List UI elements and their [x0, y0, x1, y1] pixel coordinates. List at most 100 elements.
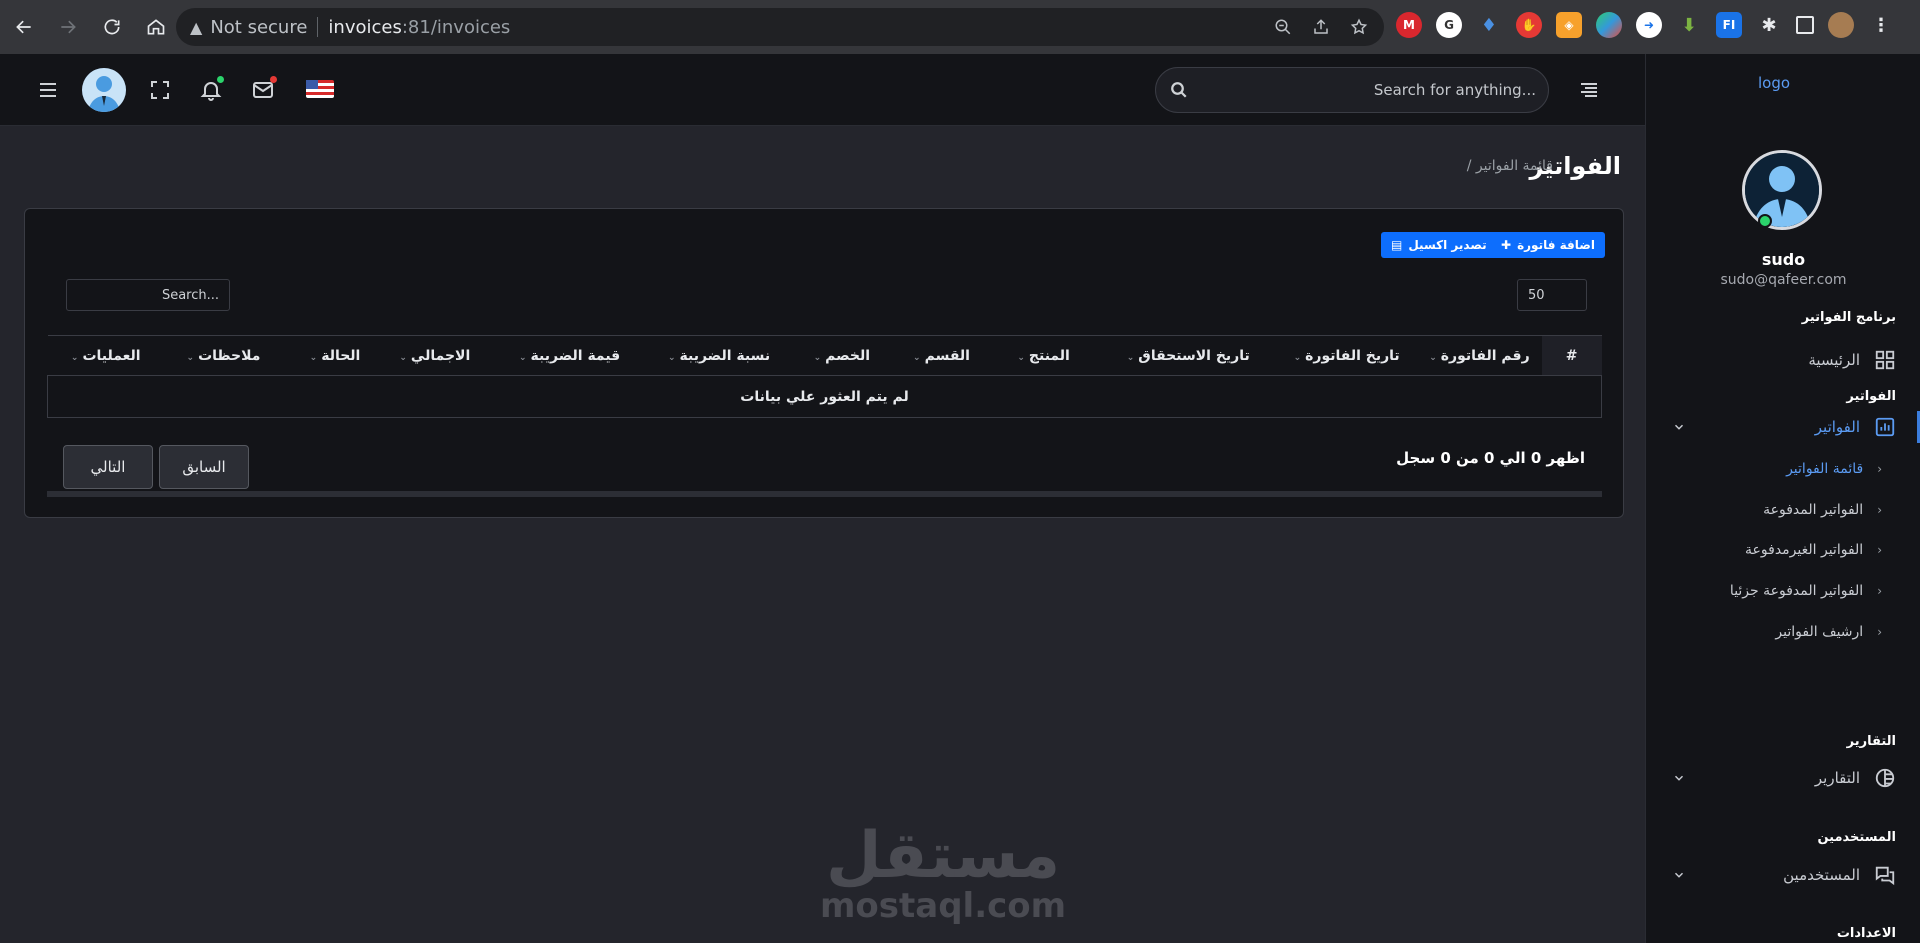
export-excel-label: تصدير اكسيل	[1408, 238, 1487, 252]
breadcrumb[interactable]: / قائمة الفواتير	[1467, 158, 1553, 174]
zoom-icon[interactable]	[1274, 18, 1292, 36]
table-search-input[interactable]	[66, 279, 230, 311]
column-header-label: ملاحظات	[198, 347, 261, 364]
extension-icon[interactable]: FI	[1716, 12, 1742, 38]
hamburger-menu-icon[interactable]	[36, 78, 60, 102]
sort-icon[interactable]: ⌄	[187, 353, 195, 363]
scrollbar[interactable]	[47, 491, 1602, 497]
sort-icon[interactable]: ⌄	[71, 353, 79, 363]
back-icon[interactable]	[4, 7, 44, 47]
address-bar[interactable]: ▲ Not secure invoices:81/invoices	[176, 8, 1384, 46]
sidebar-item-home[interactable]: الرئيسية	[1808, 349, 1896, 371]
app: الفواتير / قائمة الفواتير ✚ اضافة فاتورة …	[0, 54, 1920, 943]
column-header-label: قيمة الضريبة	[530, 347, 621, 364]
sidebar-subitem-archive[interactable]: ارشيف الفواتير ›	[1775, 624, 1882, 640]
chevron-down-icon[interactable]	[1672, 420, 1686, 434]
sort-icon[interactable]: ⌄	[1017, 353, 1025, 363]
extension-icon[interactable]: ➜	[1636, 12, 1662, 38]
prev-page-button[interactable]: السابق	[159, 445, 249, 489]
subitem-label: الفواتير المدفوعة جزئيا	[1729, 583, 1864, 599]
column-header[interactable]: المنتج⌄	[981, 335, 1082, 376]
stop-extension-icon[interactable]: ✋	[1516, 12, 1542, 38]
profile-avatar[interactable]	[1742, 150, 1822, 230]
sort-icon[interactable]: ⌄	[1294, 353, 1302, 363]
sort-icon[interactable]: ⌄	[399, 353, 407, 363]
global-search-input[interactable]	[1196, 68, 1536, 112]
sidebar-item-reports[interactable]: التقارير	[1815, 767, 1896, 789]
profile-avatar-icon[interactable]	[1828, 12, 1854, 38]
more-icon[interactable]: ⋮	[1868, 12, 1894, 38]
fullscreen-icon[interactable]	[148, 78, 172, 102]
section-reports: التقارير	[1846, 734, 1896, 749]
column-header[interactable]: العمليات⌄	[47, 335, 153, 376]
column-header[interactable]: رقم الفاتورة⌄	[1411, 335, 1542, 376]
puzzle-icon[interactable]: ✱	[1756, 12, 1782, 38]
sidebar-subitem-partially-paid[interactable]: الفواتير المدفوعة جزئيا ›	[1730, 583, 1882, 599]
watermark-arabic: مستقل	[826, 819, 1061, 893]
column-header[interactable]: الحالة⌄	[272, 335, 373, 376]
reload-icon[interactable]	[92, 7, 132, 47]
file-icon: ▤	[1391, 238, 1403, 252]
section-app: برنامج الفواتير	[1801, 310, 1896, 325]
sidebar: logo sudo sudo@qafeer.com برنامج الفواتي…	[1645, 54, 1920, 943]
sort-icon[interactable]: ⌄	[310, 353, 318, 363]
sort-icon[interactable]: ⌄	[913, 353, 921, 363]
extension-icon[interactable]: G	[1436, 12, 1462, 38]
extension-icon[interactable]	[1596, 12, 1622, 38]
diamond-extension-icon[interactable]: ♦	[1476, 12, 1502, 38]
column-header[interactable]: تاريخ الاستحقاق⌄	[1081, 335, 1262, 376]
column-header[interactable]: نسبة الضريبة⌄	[632, 335, 783, 376]
subitem-label: قائمة الفواتير	[1786, 461, 1864, 477]
add-invoice-button[interactable]: ✚ اضافة فاتورة	[1491, 232, 1605, 258]
bookmark-star-icon[interactable]	[1350, 18, 1368, 36]
share-icon[interactable]	[1312, 18, 1330, 36]
table-info: اظهر 0 الي 0 من 0 سجل	[1396, 449, 1585, 467]
chevron-down-icon[interactable]	[1672, 771, 1686, 785]
sidebar-subitem-unpaid[interactable]: الفواتير الغيرمدفوعة ›	[1745, 542, 1882, 558]
column-header[interactable]: تاريخ الفاتورة⌄	[1261, 335, 1412, 376]
sort-icon[interactable]: ⌄	[1127, 353, 1135, 363]
global-search	[1155, 67, 1549, 113]
watermark-logo: مستقل mostaql.com	[820, 824, 1066, 924]
column-header-label: #	[1565, 347, 1578, 364]
column-header[interactable]: القسم⌄	[882, 335, 982, 376]
logo[interactable]: logo	[1758, 74, 1790, 92]
download-extension-icon[interactable]: ⬇	[1676, 12, 1702, 38]
mega-extension-icon[interactable]: M	[1396, 12, 1422, 38]
column-header-index[interactable]: #	[1541, 335, 1602, 376]
chevron-down-icon[interactable]	[1672, 868, 1686, 882]
home-label: الرئيسية	[1808, 351, 1860, 369]
column-header[interactable]: ملاحظات⌄	[152, 335, 273, 376]
section-settings: الاعدادات	[1836, 926, 1896, 941]
search-icon	[1171, 82, 1187, 98]
column-header[interactable]: الاجمالي⌄	[372, 335, 483, 376]
url-host: invoices	[328, 16, 402, 38]
page-length-select[interactable]	[1517, 279, 1587, 311]
export-excel-button[interactable]: ▤ تصدير اكسيل	[1381, 232, 1497, 258]
sidebar-item-invoices[interactable]: الفواتير	[1815, 416, 1896, 438]
sidebar-item-users[interactable]: المستخدمين	[1783, 864, 1896, 886]
divider	[317, 17, 319, 37]
notification-dot	[217, 76, 224, 83]
user-avatar[interactable]	[82, 68, 126, 112]
table-header-row: # رقم الفاتورة⌄ تاريخ الفاتورة⌄ تاريخ الاست…	[47, 335, 1602, 376]
sort-icon[interactable]: ⌄	[1429, 353, 1437, 363]
sort-icon[interactable]: ⌄	[519, 353, 527, 363]
sort-icon[interactable]: ⌄	[814, 353, 822, 363]
extension-icon[interactable]: ◈	[1556, 12, 1582, 38]
extensions-bar: M G ♦ ✋ ◈ ➜ ⬇ FI ✱ ⋮	[1396, 12, 1894, 38]
align-right-icon[interactable]	[1577, 78, 1601, 102]
column-header[interactable]: الخصم⌄	[782, 335, 883, 376]
chevron-left-icon: ›	[1877, 584, 1882, 598]
sort-icon[interactable]: ⌄	[668, 353, 676, 363]
sidebar-subitem-paid[interactable]: الفواتير المدفوعة ›	[1763, 502, 1882, 518]
forward-icon[interactable]	[48, 7, 88, 47]
column-header[interactable]: قيمة الضريبة⌄	[482, 335, 633, 376]
column-header-label: الحالة	[321, 347, 361, 364]
home-icon[interactable]	[136, 7, 176, 47]
url-path: :81/invoices	[401, 16, 511, 38]
next-page-button[interactable]: التالي	[63, 445, 153, 489]
side-panel-icon[interactable]	[1796, 16, 1814, 34]
us-flag-icon[interactable]	[306, 80, 334, 98]
sidebar-subitem-invoice-list[interactable]: قائمة الفواتير ›	[1786, 461, 1882, 477]
